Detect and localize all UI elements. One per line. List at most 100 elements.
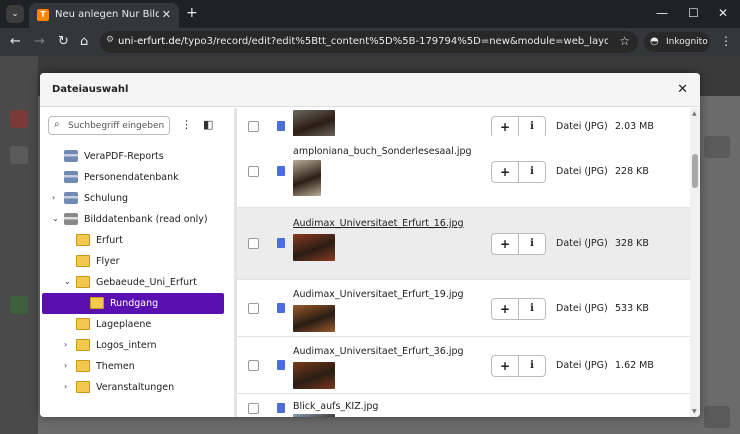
file-info-button[interactable]: i — [519, 234, 545, 254]
collapse-chevron-icon[interactable]: ⌄ — [64, 277, 71, 286]
browser-tab[interactable]: T Neu anlegen Nur Bilder - Unive ✕ — [29, 3, 179, 28]
scrollbar-thumb[interactable] — [692, 154, 698, 188]
new-tab-button[interactable]: + — [186, 5, 198, 21]
tree-item-label: Veranstaltungen — [96, 382, 175, 393]
file-list: + i Datei (JPG) 2.03 MB amploniana_buch_Sond… — [237, 108, 700, 417]
tree-item[interactable]: › Logos_intern — [40, 335, 226, 356]
file-info-button[interactable]: i — [519, 299, 545, 319]
incognito-label: Inkognito — [666, 37, 708, 47]
file-name-link[interactable]: Audimax_Universitaet_Erfurt_16.jpg — [293, 218, 464, 229]
add-file-button[interactable]: + — [492, 162, 519, 182]
forward-icon[interactable]: → — [34, 34, 45, 50]
expand-chevron-icon[interactable]: › — [64, 361, 67, 370]
folder-icon — [76, 381, 90, 393]
file-name-link[interactable]: Audimax_Universitaet_Erfurt_36.jpg — [293, 346, 464, 357]
file-name-link[interactable]: Audimax_Universitaet_Erfurt_19.jpg — [293, 289, 464, 300]
file-checkbox[interactable] — [248, 403, 259, 414]
tree-item-label: Flyer — [96, 256, 120, 267]
file-type: Datei (JPG) — [556, 303, 608, 314]
file-action-buttons: + i — [491, 161, 546, 183]
file-name-link[interactable]: amploniana_buch_Sonderlesesaal.jpg — [293, 146, 472, 157]
tree-item[interactable]: ⌄ Bilddatenbank (read only) — [40, 209, 226, 230]
folder-icon — [76, 360, 90, 372]
tree-item[interactable]: Lageplaene — [40, 314, 226, 335]
file-thumbnail[interactable] — [293, 305, 335, 332]
folder-icon — [76, 318, 90, 330]
url-text: uni-erfurt.de/typo3/record/edit?edit%5Bt… — [118, 36, 608, 47]
tab-title: Neu anlegen Nur Bilder - Unive — [55, 9, 159, 20]
collapse-tree-icon[interactable]: ◧ — [203, 118, 213, 131]
site-info-icon[interactable]: ⚙ — [106, 35, 114, 45]
tree-item[interactable]: › Themen — [40, 356, 226, 377]
address-bar[interactable]: ⚙ uni-erfurt.de/typo3/record/edit?edit%5… — [100, 31, 638, 53]
file-list-scrollbar[interactable]: ▲ ▼ — [690, 108, 700, 417]
file-info-button[interactable]: i — [519, 117, 545, 137]
incognito-icon: ◓ — [650, 36, 659, 47]
tree-item[interactable]: Flyer — [40, 251, 226, 272]
expand-chevron-icon[interactable]: › — [52, 193, 55, 202]
tree-item[interactable]: › Veranstaltungen — [40, 377, 226, 398]
tree-item[interactable]: Personendatenbank — [40, 167, 226, 188]
home-icon[interactable]: ⌂ — [80, 34, 88, 50]
image-file-icon — [277, 360, 285, 370]
tree-item-label: Gebaeude_Uni_Erfurt — [96, 277, 197, 288]
backdrop-module-icon — [10, 110, 28, 128]
file-row[interactable]: Audimax_Universitaet_Erfurt_19.jpg + i Date… — [237, 280, 690, 337]
bookmark-star-icon[interactable]: ☆ — [619, 34, 630, 48]
expand-chevron-icon[interactable]: › — [64, 382, 67, 391]
tree-search-input[interactable]: ⌕ Suchbegriff eingeben — [48, 116, 170, 135]
minimize-icon[interactable]: — — [656, 6, 668, 20]
tree-item[interactable]: ⌄ Gebaeude_Uni_Erfurt — [40, 272, 226, 293]
tree-item-label: Erfurt — [96, 235, 123, 246]
reload-icon[interactable]: ↻ — [58, 34, 69, 50]
tree-item[interactable]: › Schulung — [40, 188, 226, 209]
tree-actions-icon[interactable]: ⋮ — [181, 118, 192, 131]
file-checkbox[interactable] — [248, 360, 259, 371]
add-file-button[interactable]: + — [492, 299, 519, 319]
file-thumbnail[interactable] — [293, 110, 335, 137]
storage-icon — [64, 213, 78, 225]
image-file-icon — [277, 303, 285, 313]
file-size: 228 KB — [615, 166, 649, 177]
file-thumbnail[interactable] — [293, 234, 335, 261]
tree-item-label: Logos_intern — [96, 340, 157, 351]
folder-icon — [76, 339, 90, 351]
modal-close-icon[interactable]: ✕ — [677, 82, 688, 97]
file-checkbox[interactable] — [248, 238, 259, 249]
scroll-down-icon[interactable]: ▼ — [692, 408, 697, 415]
tree-item[interactable]: VeraPDF-Reports — [40, 146, 226, 167]
tree-item[interactable]: Erfurt — [40, 230, 226, 251]
file-row[interactable]: Blick_aufs_KIZ.jpg — [237, 394, 690, 417]
close-tab-icon[interactable]: ✕ — [162, 8, 171, 21]
file-checkbox[interactable] — [248, 303, 259, 314]
scroll-up-icon[interactable]: ▲ — [692, 110, 697, 117]
file-row[interactable]: Audimax_Universitaet_Erfurt_36.jpg + i Date… — [237, 337, 690, 394]
backdrop-module-icon — [10, 296, 28, 314]
add-file-button[interactable]: + — [492, 356, 519, 376]
file-thumbnail[interactable] — [293, 160, 321, 196]
incognito-badge[interactable]: ◓ Inkognito — [644, 32, 710, 52]
add-file-button[interactable]: + — [492, 234, 519, 254]
browser-menu-icon[interactable]: ⋮ — [720, 34, 732, 48]
file-checkbox[interactable] — [248, 121, 259, 132]
expand-chevron-icon[interactable]: › — [64, 340, 67, 349]
tab-search-button[interactable]: ⌄ — [6, 5, 24, 23]
file-name-link[interactable]: Blick_aufs_KIZ.jpg — [293, 401, 378, 412]
close-window-icon[interactable]: ✕ — [718, 6, 728, 20]
collapse-chevron-icon[interactable]: ⌄ — [52, 214, 59, 223]
file-size: 1.62 MB — [615, 360, 654, 371]
tree-item[interactable]: Rundgang — [42, 293, 224, 314]
file-row[interactable]: Audimax_Universitaet_Erfurt_16.jpg + i Date… — [237, 208, 690, 280]
file-thumbnail[interactable] — [293, 362, 335, 389]
file-info-button[interactable]: i — [519, 356, 545, 376]
file-info-button[interactable]: i — [519, 162, 545, 182]
back-icon[interactable]: ← — [10, 34, 21, 50]
search-placeholder: Suchbegriff eingeben — [68, 121, 165, 131]
add-file-button[interactable]: + — [492, 117, 519, 137]
file-checkbox[interactable] — [248, 166, 259, 177]
folder-tree-panel: ⌕ Suchbegriff eingeben ⋮ ◧ VeraPDF-Repor… — [40, 108, 234, 417]
maximize-icon[interactable]: ☐ — [688, 6, 699, 20]
file-thumbnail[interactable] — [293, 414, 335, 417]
modal-header: Dateiauswahl ✕ — [40, 73, 700, 107]
file-row[interactable]: amploniana_buch_Sonderlesesaal.jpg + i Date… — [237, 136, 690, 208]
